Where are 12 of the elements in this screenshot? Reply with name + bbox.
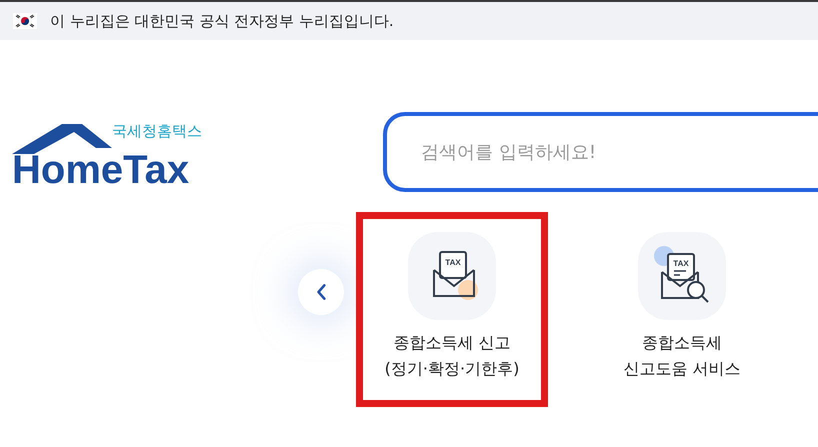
search-field[interactable]: 검색어를 입력하세요! — [383, 112, 818, 192]
chevron-left-icon — [316, 283, 326, 301]
logo-title[interactable]: HomeTax — [12, 150, 384, 190]
logo-subtitle: 국세청홈택스 — [112, 122, 202, 141]
previous-button[interactable] — [298, 269, 344, 315]
banner-text: 이 누리집은 대한민국 공식 전자정부 누리집입니다. — [50, 12, 394, 30]
service-label: 종합소득세 신고 — [393, 332, 511, 354]
service-item[interactable]: TAX 종합소득세 신고 (정기·확정·기한후) — [356, 212, 548, 407]
service-label: (정기·확정·기한후) — [384, 358, 520, 380]
service-label: 종합소득세 — [642, 332, 722, 354]
flag-icon — [13, 13, 37, 29]
service-label: 신고도움 서비스 — [623, 358, 741, 380]
